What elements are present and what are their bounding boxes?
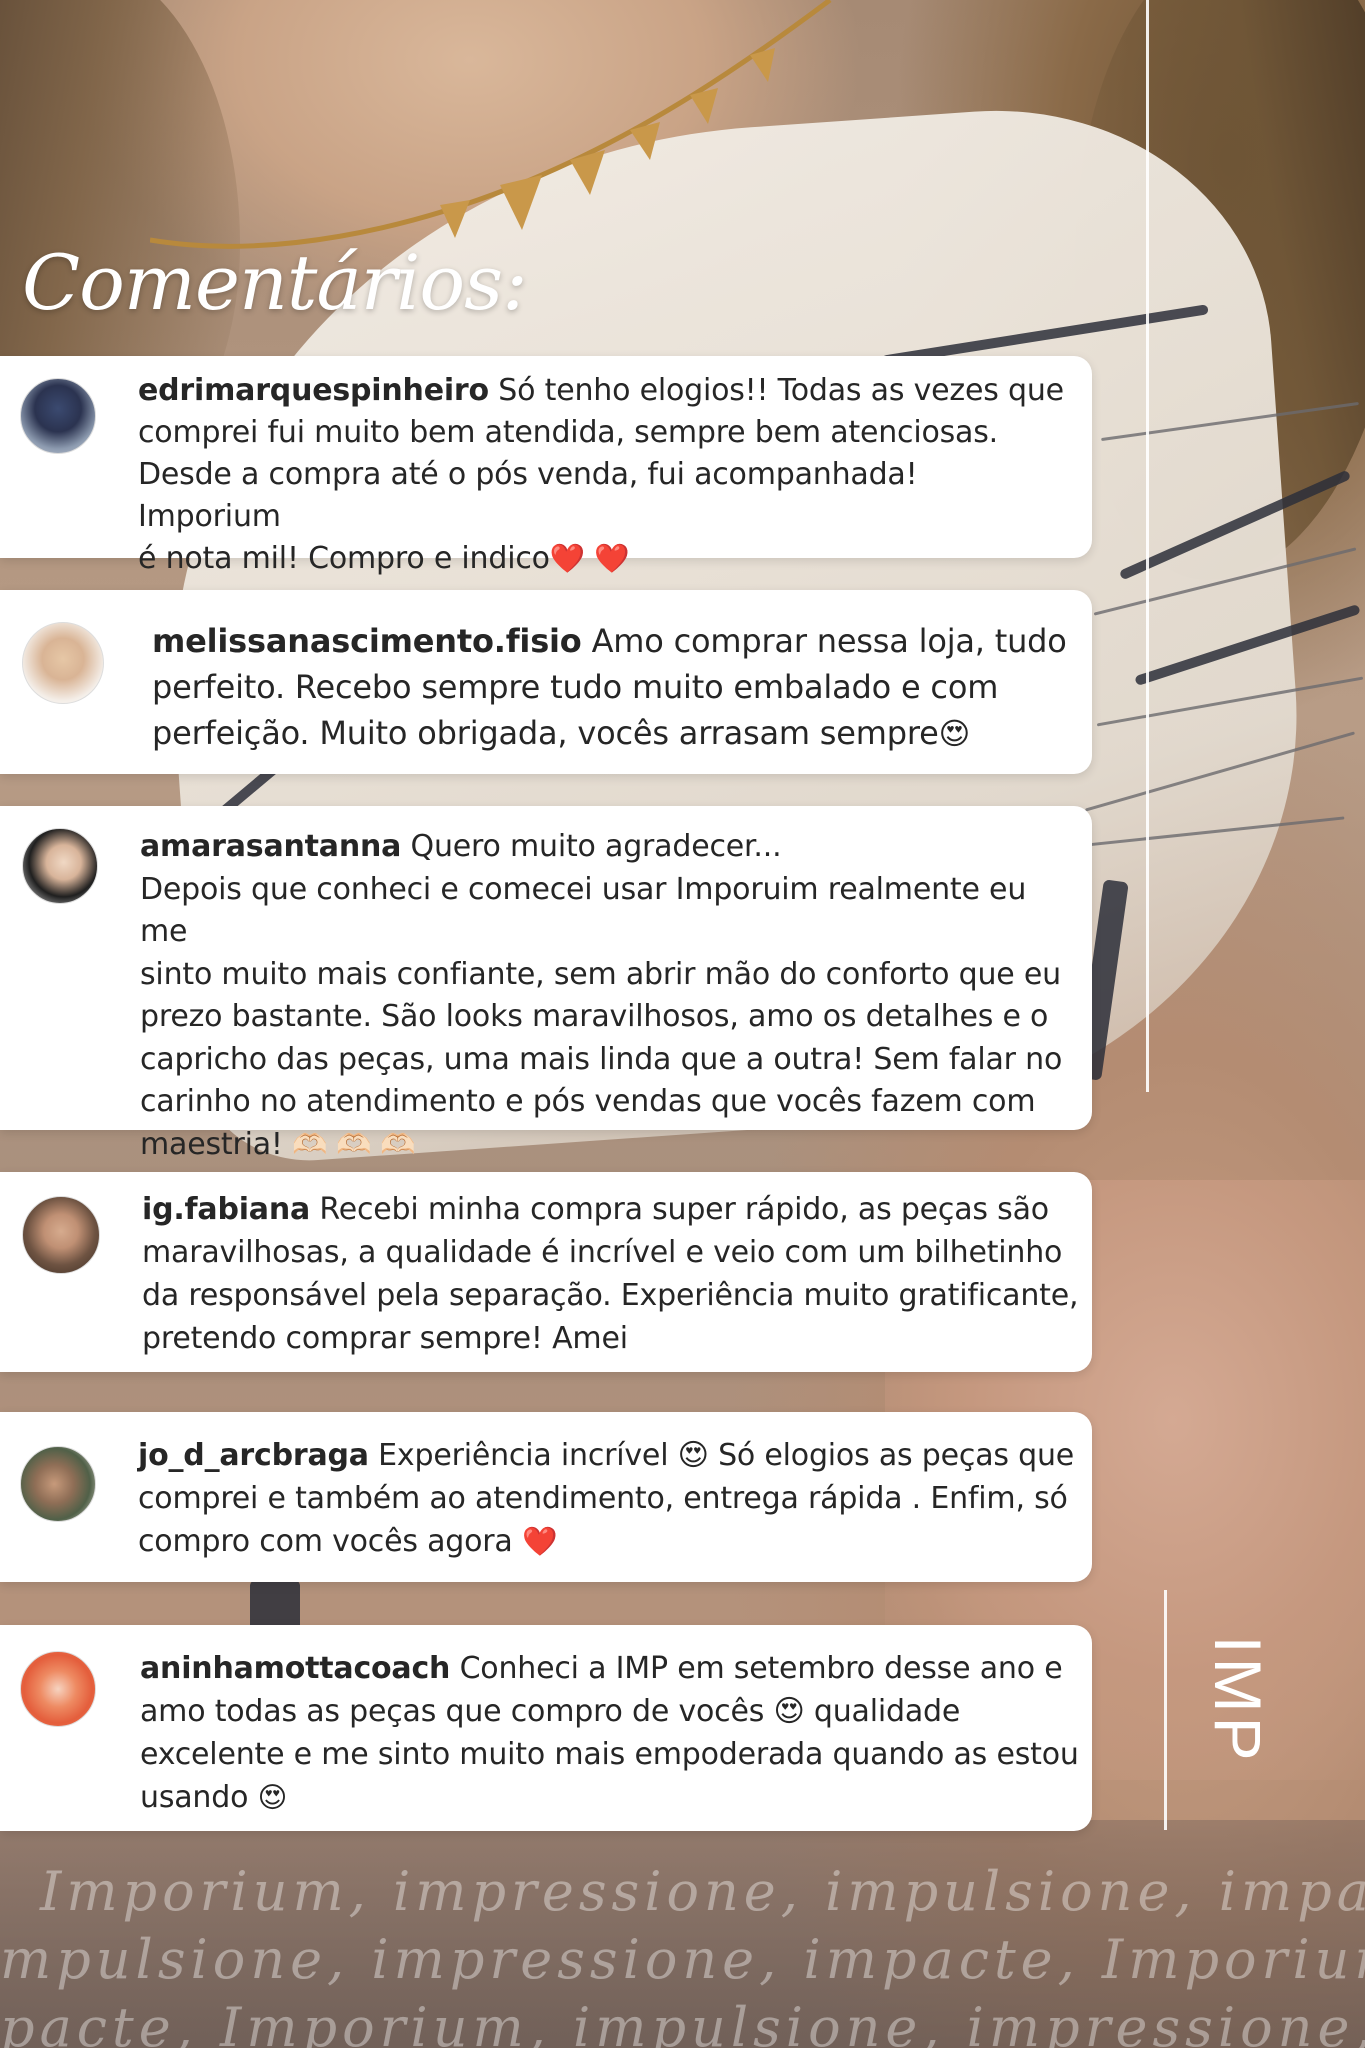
comment-line: prezo bastante. São looks maravilhosos, … [140,999,1049,1034]
comment-username[interactable]: jo_d_arcbraga [138,1438,369,1473]
comment-body: Amo comprar nessa loja, tudo [591,622,1067,660]
decorative-vertical-line [1146,0,1149,1092]
comment-line: pretendo comprar sempre! Amei [142,1321,628,1356]
comment-card: aninhamottacoach Conheci a IMP em setemb… [0,1625,1092,1831]
watermark-line: Imporium, impressione, impulsione, impac… [40,1860,1365,1923]
page-title: Comentários: [22,238,528,327]
comment-text: ig.fabiana Recebi minha compra super ráp… [142,1188,1082,1360]
comment-line: comprei fui muito bem atendida, sempre b… [138,415,999,450]
comment-line: perfeição. Muito obrigada, vocês arrasam… [152,714,939,752]
comment-line: compro com vocês agora [138,1524,513,1559]
comment-line: Desde a compra até o pós venda, fui acom… [138,457,918,534]
comment-line: Depois que conheci e comecei usar Imporu… [140,871,1027,950]
comment-card: edrimarquespinheiro Só tenho elogios!! T… [0,356,1092,576]
comment-body: Conheci a IMP em setembro desse ano e [459,1651,1063,1686]
comment-body: Quero muito agradecer... [410,829,782,864]
avatar[interactable] [22,622,104,704]
avatar[interactable] [20,1651,96,1727]
comment-line: comprei e também ao atendimento, entrega… [138,1481,1068,1516]
heart-emoji-icon: ❤️ [521,1525,558,1558]
comment-text: edrimarquespinheiro Só tenho elogios!! T… [138,370,1068,580]
comment-line: perfeito. Recebo sempre tudo muito embal… [152,668,999,706]
watermark-line: mpulsione, impressione, impacte, Imporiu… [0,1928,1365,1991]
comment-card: jo_d_arcbraga Experiência incrível 😍 Só … [0,1412,1092,1582]
comment-card: amarasantanna Quero muito agradecer... D… [0,806,1092,1162]
comment-card: melissanascimento.fisio Amo comprar ness… [0,590,1092,774]
comment-line: da responsável pela separação. Experiênc… [142,1278,1079,1313]
comment-line: é nota mil! Compro e indico [138,541,550,576]
comment-text: aninhamottacoach Conheci a IMP em setemb… [140,1647,1080,1819]
comment-username[interactable]: aninhamottacoach [140,1651,450,1686]
comment-line: carinho no atendimento e pós vendas que … [140,1084,1036,1119]
comment-text: jo_d_arcbraga Experiência incrível 😍 Só … [138,1434,1078,1563]
decorative-vertical-line [1164,1590,1167,1830]
avatar[interactable] [20,1446,96,1522]
comment-username[interactable]: ig.fabiana [142,1192,310,1227]
comment-line: excelente e me sinto muito mais empodera… [140,1737,1079,1772]
comment-body: Só tenho elogios!! Todas as vezes que [498,373,1064,408]
comment-username[interactable]: edrimarquespinheiro [138,373,489,408]
comment-line: maravilhosas, a qualidade é incrível e v… [142,1235,1063,1270]
comment-text: melissanascimento.fisio Amo comprar ness… [152,618,1072,758]
comment-username[interactable]: amarasantanna [140,829,401,864]
comment-body: Recebi minha compra super rápido, as peç… [319,1192,1049,1227]
avatar[interactable] [22,828,98,904]
heart-hands-emoji-icon: 🫶🏻 🫶🏻 🫶🏻 [292,1127,416,1161]
comment-username[interactable]: melissanascimento.fisio [152,622,582,660]
watermark-line: pacte, Imporium, impulsione, impressione… [0,1996,1365,2048]
comment-line: capricho das peças, uma mais linda que a… [140,1041,1063,1077]
brand-logo: IMP [1201,1635,1275,1765]
comment-text: amarasantanna Quero muito agradecer... D… [140,826,1080,1166]
avatar[interactable] [22,1196,100,1274]
comment-body: Experiência incrível 😍 Só elogios as peç… [378,1438,1075,1473]
comment-card: ig.fabiana Recebi minha compra super ráp… [0,1172,1092,1372]
avatar[interactable] [20,378,96,454]
heart-eyes-emoji-icon: 😍 [938,717,971,752]
heart-eyes-emoji-icon: 😍 [257,1781,288,1814]
heart-emoji-icon: ❤️ ❤️ [549,542,630,575]
comment-line: maestria! [140,1126,283,1162]
comment-line: sinto muito mais confiante, sem abrir mã… [140,956,1061,992]
comment-line: amo todas as peças que compro de vocês 😍… [140,1694,961,1729]
comment-line: usando [140,1780,249,1815]
